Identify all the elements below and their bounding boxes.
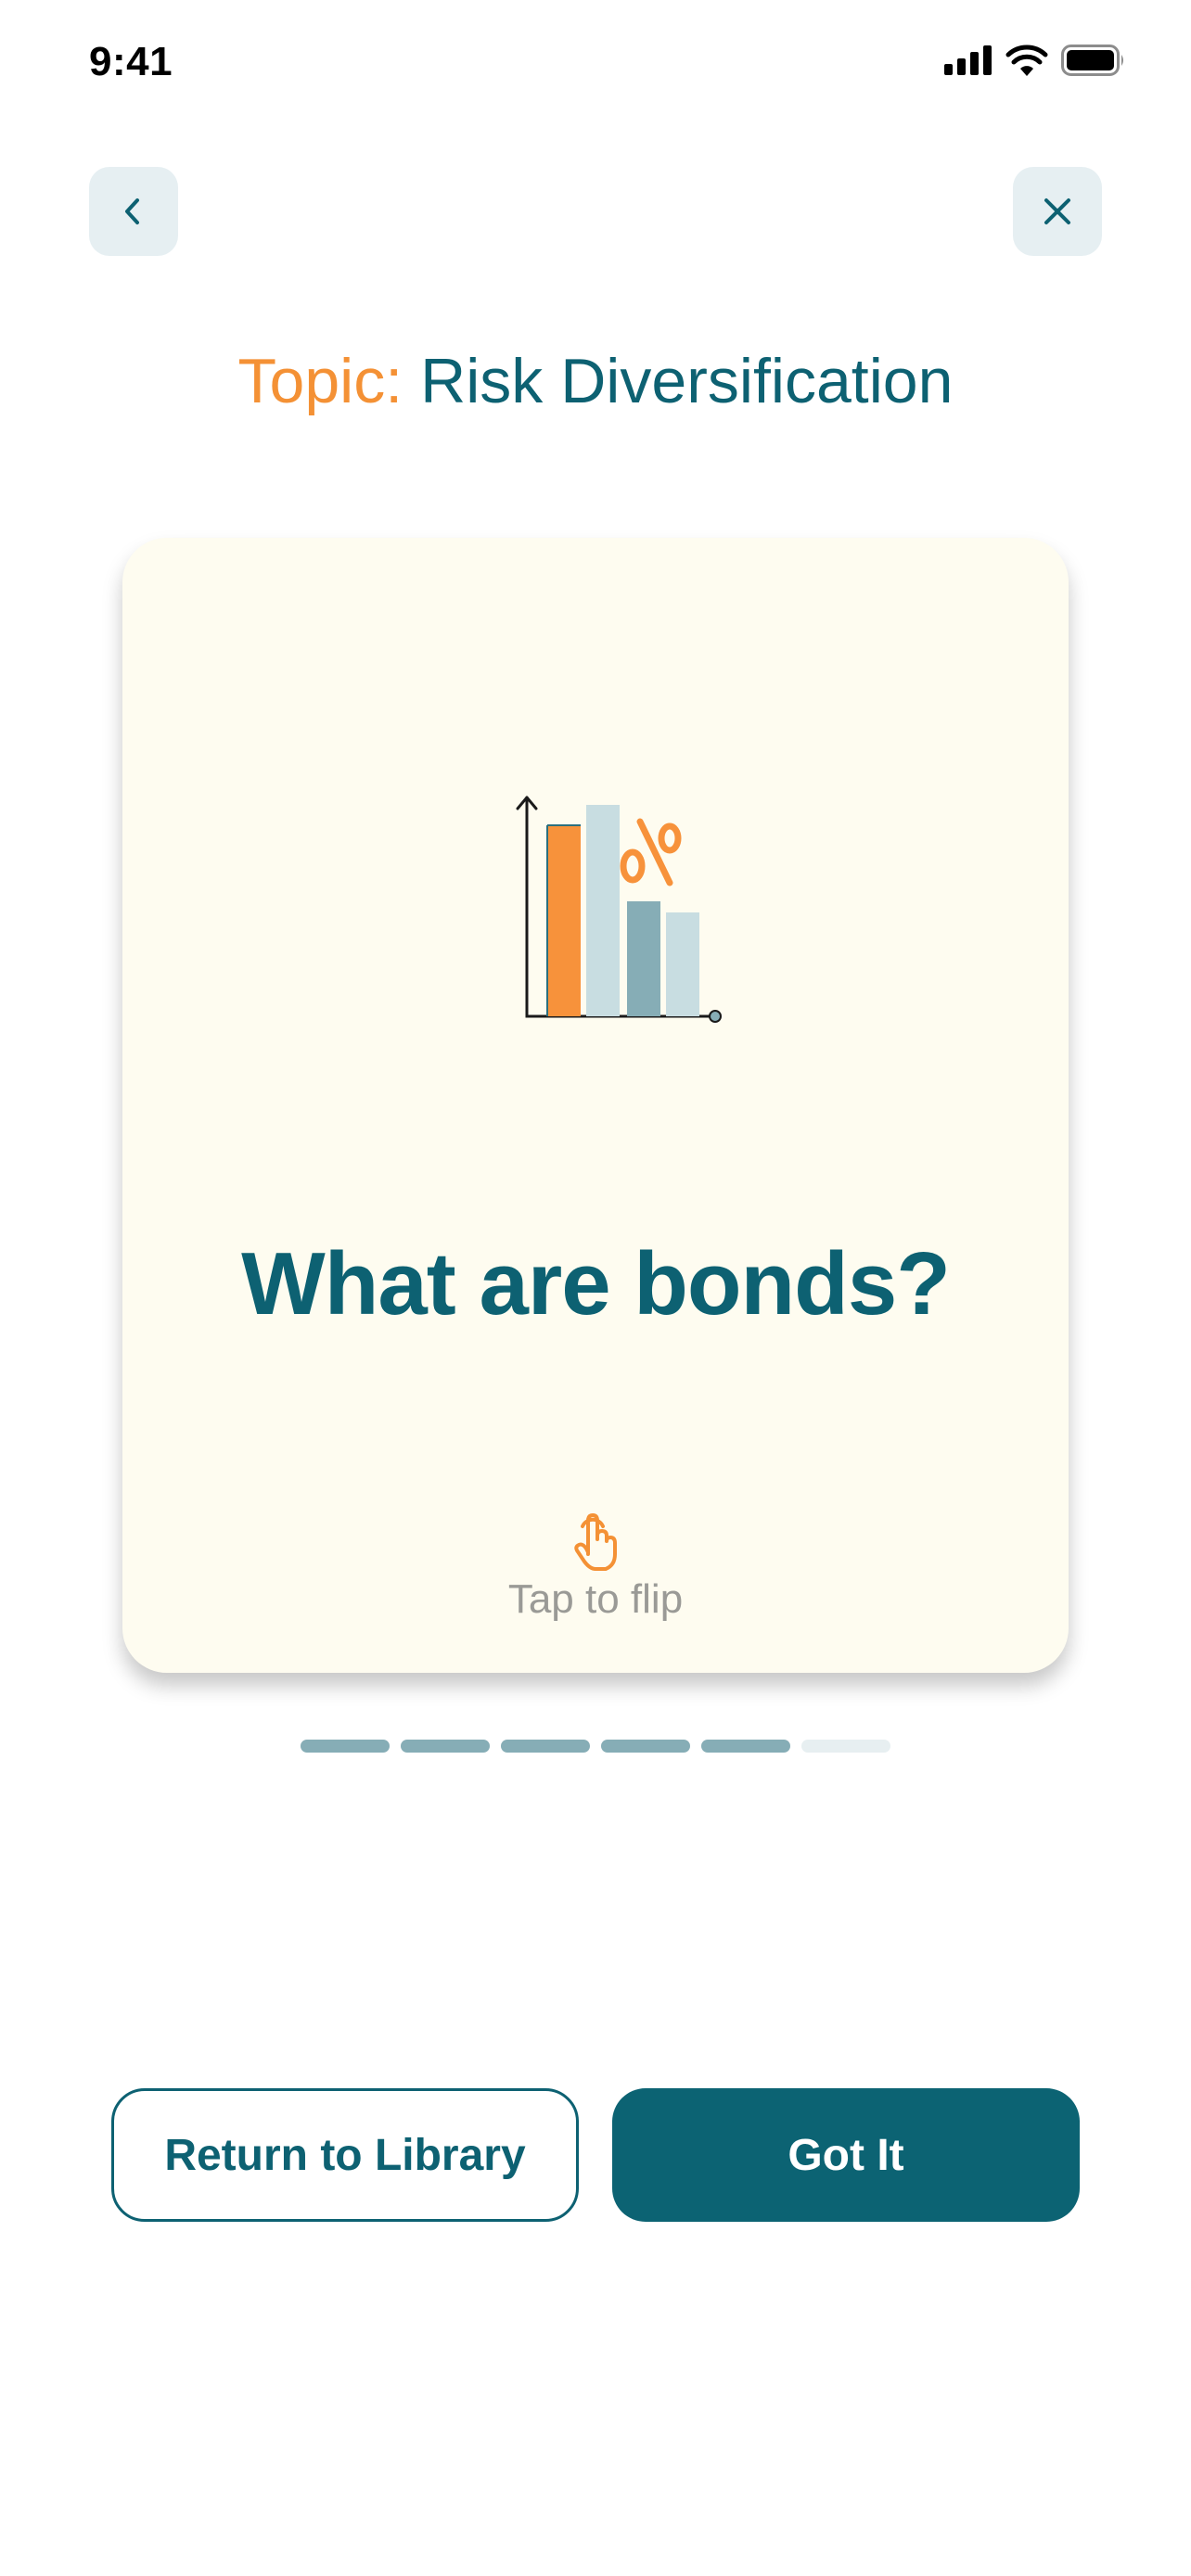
progress-segment-3 bbox=[501, 1740, 590, 1753]
chevron-left-icon bbox=[125, 198, 139, 224]
topic-name: Risk Diversification bbox=[420, 346, 954, 416]
progress-segment-1 bbox=[301, 1740, 390, 1753]
card-question: What are bonds? bbox=[241, 1234, 951, 1333]
status-bar: 9:41 bbox=[0, 0, 1191, 130]
signal-icon bbox=[944, 45, 992, 75]
back-button[interactable] bbox=[89, 167, 178, 256]
wifi-icon bbox=[1005, 45, 1048, 76]
battery-icon bbox=[1061, 45, 1123, 76]
topic-prefix: Topic: bbox=[237, 346, 403, 416]
progress-segment-2 bbox=[401, 1740, 490, 1753]
return-to-library-button[interactable]: Return to Library bbox=[111, 2088, 579, 2222]
close-button[interactable] bbox=[1013, 167, 1102, 256]
topic-title: Topic: Risk Diversification bbox=[0, 345, 1191, 417]
bar-chart-percent-icon bbox=[516, 796, 722, 1023]
status-time: 9:41 bbox=[89, 39, 173, 84]
status-icons bbox=[944, 45, 1126, 76]
flashcard[interactable]: What are bonds? Tap to flip bbox=[122, 538, 1069, 1673]
progress-indicator bbox=[301, 1740, 890, 1753]
progress-segment-4 bbox=[601, 1740, 690, 1753]
progress-segment-6 bbox=[801, 1740, 890, 1753]
close-icon bbox=[1044, 198, 1070, 224]
tap-to-flip-label: Tap to flip bbox=[507, 1576, 684, 1622]
got-it-button[interactable]: Got It bbox=[612, 2088, 1080, 2222]
tap-hand-icon bbox=[574, 1513, 617, 1571]
progress-segment-5 bbox=[701, 1740, 790, 1753]
